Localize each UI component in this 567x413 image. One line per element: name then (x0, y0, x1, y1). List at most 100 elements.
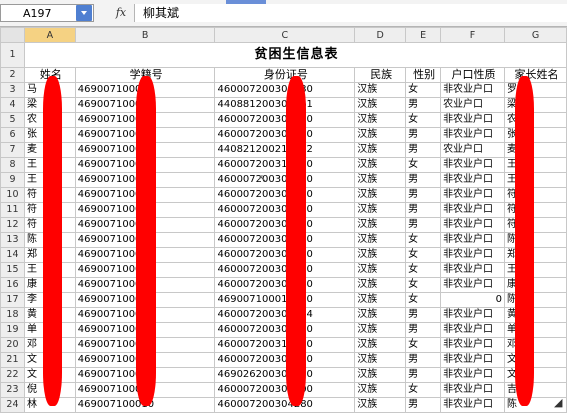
cell[interactable]: 农业户口 (440, 142, 505, 158)
cell[interactable]: 汉族 (354, 217, 407, 233)
column-label[interactable]: 性别 (405, 67, 442, 83)
row-header[interactable]: 5 (0, 112, 25, 128)
cell[interactable]: 男 (405, 187, 442, 203)
cell[interactable]: 女 (405, 82, 442, 98)
cell[interactable]: 非农业户口 (440, 202, 505, 218)
cell[interactable]: 非农业户口 (440, 127, 505, 143)
row-header[interactable]: 6 (0, 127, 25, 143)
column-header-b[interactable]: B (74, 27, 216, 43)
cell[interactable]: 非农业户口 (440, 367, 505, 383)
cell[interactable]: 男 (405, 367, 442, 383)
formula-input[interactable]: 柳其斌 (134, 4, 567, 22)
cell[interactable]: 男 (405, 97, 442, 113)
cell[interactable]: 王 (504, 157, 567, 173)
function-icon[interactable]: fx (108, 4, 134, 22)
cell[interactable]: 非农业户口 (440, 307, 505, 323)
cell[interactable]: 男 (405, 397, 442, 413)
cell[interactable]: 汉族 (354, 172, 407, 188)
cell[interactable]: 女 (405, 157, 442, 173)
cell[interactable]: 男 (405, 202, 442, 218)
cell[interactable]: 王 (504, 172, 567, 188)
cell[interactable]: 非农业户口 (440, 397, 505, 413)
cell[interactable]: 440821200212312 (214, 142, 356, 158)
row-header[interactable]: 23 (0, 382, 25, 398)
cell[interactable]: 女 (405, 337, 442, 353)
cell[interactable]: 非农业户口 (440, 157, 505, 173)
column-header-e[interactable]: E (405, 27, 442, 43)
column-label[interactable]: 身份证号 (214, 67, 356, 83)
cell[interactable]: 非农业户口 (440, 322, 505, 338)
cell[interactable]: 非农业户口 (440, 172, 505, 188)
cell[interactable]: 汉族 (354, 82, 407, 98)
cell[interactable]: 460007200308200 (214, 382, 356, 398)
column-header-f[interactable]: F (440, 27, 505, 43)
cell[interactable]: 汉族 (354, 112, 407, 128)
cell[interactable]: 汉族 (354, 232, 407, 248)
row-header[interactable]: 24 (0, 397, 25, 413)
row-header[interactable]: 20 (0, 337, 25, 353)
cell[interactable]: 汉族 (354, 307, 407, 323)
cell[interactable]: 女 (405, 232, 442, 248)
cell[interactable]: 汉族 (354, 322, 407, 338)
cell[interactable]: 汉族 (354, 382, 407, 398)
cell[interactable]: 女 (405, 382, 442, 398)
cell[interactable]: 汉族 (354, 97, 407, 113)
row-header[interactable]: 22 (0, 367, 25, 383)
cell[interactable]: 农业户口 (440, 97, 505, 113)
cell[interactable]: 梁 (504, 97, 567, 113)
row-header[interactable]: 21 (0, 352, 25, 368)
cell[interactable]: 汉族 (354, 142, 407, 158)
cell[interactable]: 非农业户口 (440, 82, 505, 98)
cell[interactable]: 460007200303200 (214, 172, 356, 188)
cell[interactable]: 汉族 (354, 397, 407, 413)
cell[interactable]: 张 (504, 127, 567, 143)
cell[interactable]: 非农业户口 (440, 187, 505, 203)
cell[interactable]: 文 (504, 352, 567, 368)
row-header[interactable]: 12 (0, 217, 25, 233)
cell[interactable]: 非农业户口 (440, 217, 505, 233)
chevron-down-icon[interactable] (76, 5, 92, 21)
cell[interactable]: 汉族 (354, 367, 407, 383)
cell[interactable]: 女 (405, 277, 442, 293)
row-header[interactable]: 2 (0, 67, 25, 83)
row-header[interactable]: 19 (0, 322, 25, 338)
row-header[interactable]: 16 (0, 277, 25, 293)
row-header[interactable]: 7 (0, 142, 25, 158)
cell[interactable]: 460007200304040 (214, 232, 356, 248)
column-header-c[interactable]: C (214, 27, 356, 43)
cell[interactable]: 469026200301070 (214, 367, 356, 383)
row-header[interactable]: 9 (0, 172, 25, 188)
select-all-corner[interactable] (0, 27, 25, 43)
cell[interactable]: 非农业户口 (440, 262, 505, 278)
column-header-d[interactable]: D (354, 27, 407, 43)
cell[interactable]: 汉族 (354, 127, 407, 143)
cell[interactable]: 汉族 (354, 352, 407, 368)
cell[interactable]: 汉族 (354, 187, 407, 203)
cell[interactable]: 非农业户口 (440, 337, 505, 353)
cell[interactable]: 汉族 (354, 292, 407, 308)
cell[interactable]: 单 (504, 322, 567, 338)
cell[interactable]: 460007200303220 (214, 202, 356, 218)
cell[interactable]: 男 (405, 127, 442, 143)
cell[interactable]: 440881200302261 (214, 97, 356, 113)
cell[interactable]: 罗 (504, 82, 567, 98)
column-label[interactable]: 户口性质 (440, 67, 505, 83)
cell[interactable]: 符 (504, 187, 567, 203)
cell[interactable]: 男 (405, 217, 442, 233)
cell[interactable]: 460007200310280 (214, 157, 356, 173)
cell[interactable]: 麦 (504, 142, 567, 158)
row-header[interactable]: 18 (0, 307, 25, 323)
cell[interactable]: 460007200309160 (214, 112, 356, 128)
cell[interactable]: 汉族 (354, 277, 407, 293)
cell[interactable]: 460007200304280 (214, 397, 356, 413)
sheet-title[interactable]: 贫困生信息表 (23, 42, 567, 68)
cell[interactable]: 郑 (504, 247, 567, 263)
cell[interactable]: 王 (504, 262, 567, 278)
cell[interactable]: 460007200301150 (214, 247, 356, 263)
cell[interactable]: 女 (405, 262, 442, 278)
spreadsheet-grid[interactable]: ABCDEFG 1 贫困生信息表 2 姓名 学籍号 身份证号 民族 性别 户口性质 家长姓名… (0, 27, 567, 413)
cell[interactable]: 460007200308170 (214, 322, 356, 338)
cell[interactable]: 460007200306170 (214, 262, 356, 278)
cell[interactable]: 女 (405, 112, 442, 128)
row-header[interactable]: 15 (0, 262, 25, 278)
